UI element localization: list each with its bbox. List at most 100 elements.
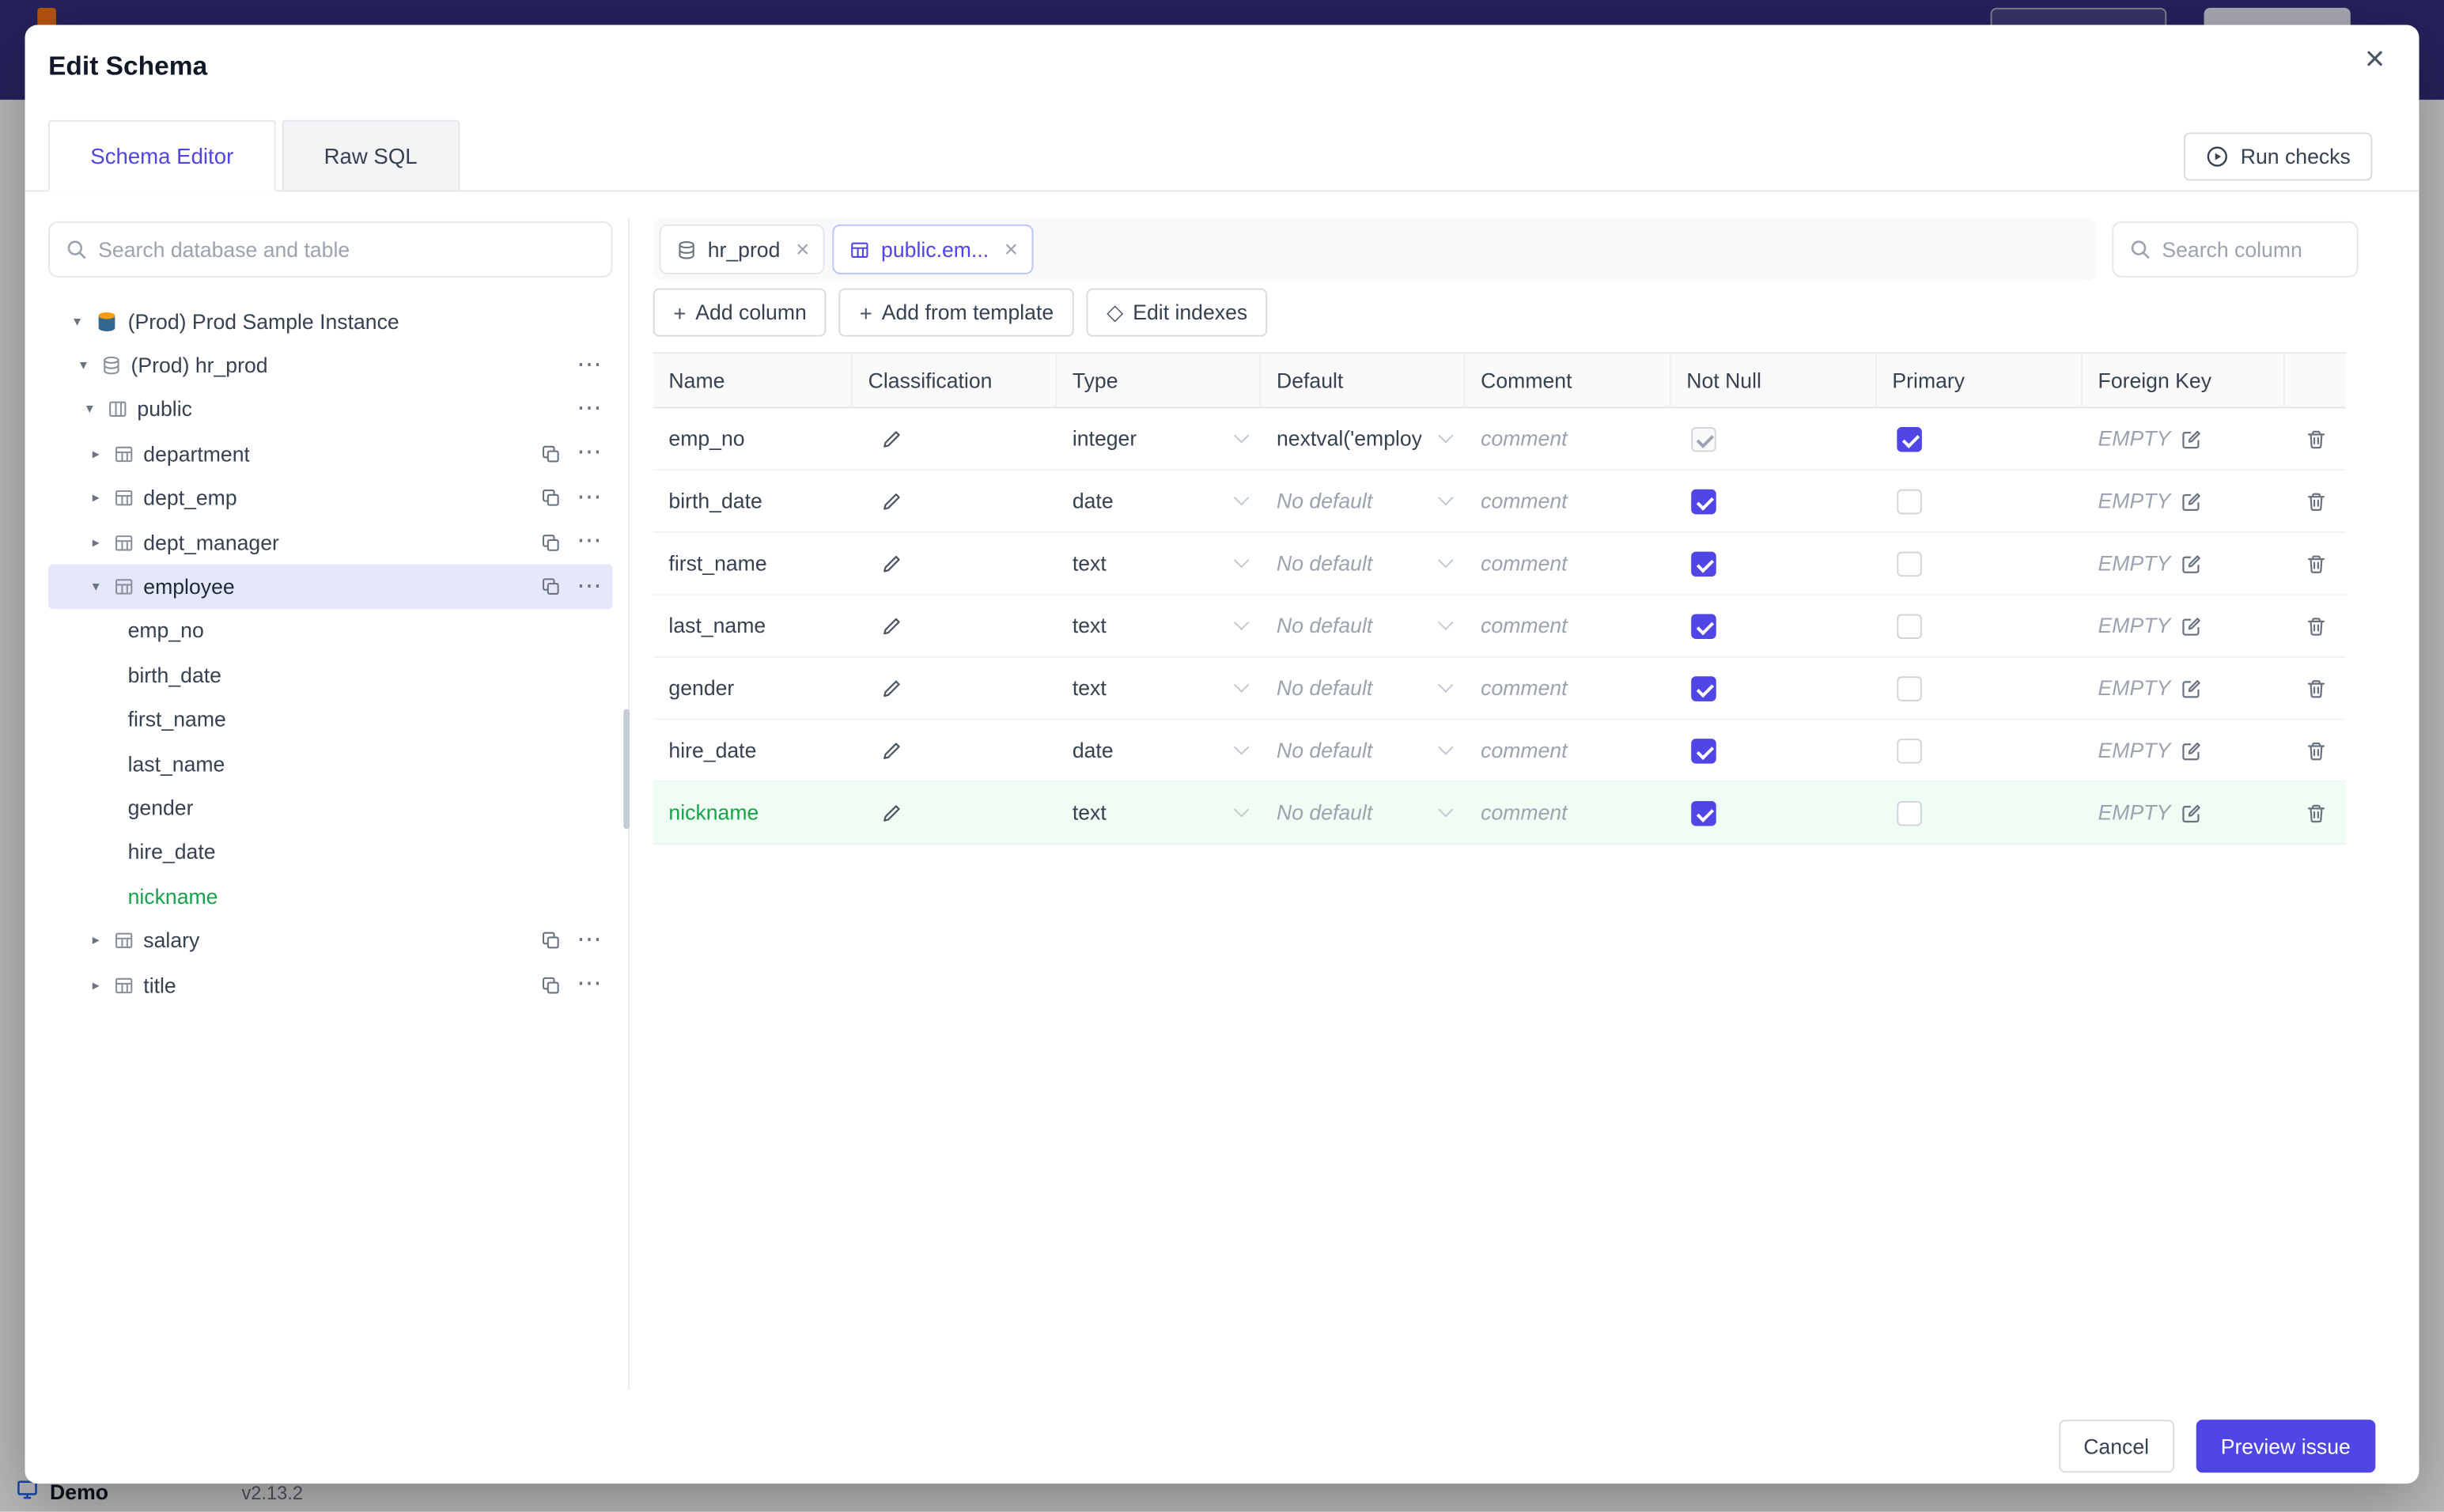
more-menu-icon[interactable]: ⋯ xyxy=(577,440,602,467)
not-null-checkbox[interactable] xyxy=(1691,425,1716,452)
caret-down-icon[interactable]: ▾ xyxy=(69,312,86,330)
primary-checkbox[interactable] xyxy=(1897,488,1922,514)
caret-right-icon[interactable]: ▸ xyxy=(87,445,104,463)
more-menu-icon[interactable]: ⋯ xyxy=(577,928,602,954)
tab-schema-editor[interactable]: Schema Editor xyxy=(48,119,276,192)
delete-column-button[interactable] xyxy=(2305,739,2327,762)
primary-checkbox[interactable] xyxy=(1897,738,1922,763)
comment-input[interactable] xyxy=(1481,800,1671,825)
default-select[interactable]: No default xyxy=(1261,471,1465,531)
run-checks-button[interactable]: Run checks xyxy=(2184,132,2373,181)
type-select[interactable]: text xyxy=(1057,782,1261,843)
tree-item-column[interactable]: emp_no xyxy=(48,609,612,653)
comment-input[interactable] xyxy=(1481,614,1671,638)
tree-item-table-employee[interactable]: ▾ employee ⋯ xyxy=(48,565,613,610)
edit-foreign-key-button[interactable] xyxy=(2180,428,2202,450)
default-select[interactable]: nextval('employ xyxy=(1261,408,1465,469)
not-null-checkbox[interactable] xyxy=(1691,675,1716,701)
add-column-button[interactable]: + Add column xyxy=(653,288,827,337)
edit-foreign-key-button[interactable] xyxy=(2180,739,2202,762)
tree-item-table[interactable]: ▸ title ⋯ xyxy=(48,963,612,1007)
type-select[interactable]: integer xyxy=(1057,408,1261,469)
tab-raw-sql[interactable]: Raw SQL xyxy=(282,119,460,192)
more-menu-icon[interactable]: ⋯ xyxy=(577,573,602,599)
caret-right-icon[interactable]: ▸ xyxy=(87,490,104,507)
tree-item-column[interactable]: birth_date xyxy=(48,653,612,697)
edit-classification-button[interactable] xyxy=(880,490,902,512)
caret-down-icon[interactable]: ▾ xyxy=(81,401,98,418)
comment-input[interactable] xyxy=(1481,426,1671,451)
edit-foreign-key-button[interactable] xyxy=(2180,553,2202,575)
comment-input[interactable] xyxy=(1481,551,1671,576)
database-search-input[interactable] xyxy=(98,237,596,262)
tree-item-database[interactable]: ▾ (Prod) hr_prod ⋯ xyxy=(48,343,612,387)
comment-input[interactable] xyxy=(1481,676,1671,700)
default-select[interactable]: No default xyxy=(1261,533,1465,594)
copy-icon[interactable] xyxy=(541,975,562,996)
column-search-input[interactable] xyxy=(2162,237,2341,262)
more-menu-icon[interactable]: ⋯ xyxy=(577,485,602,511)
tree-item-column[interactable]: gender xyxy=(48,786,612,830)
copy-icon[interactable] xyxy=(541,488,562,508)
edit-classification-button[interactable] xyxy=(880,614,902,637)
type-select[interactable]: date xyxy=(1057,471,1261,531)
column-name-cell[interactable]: birth_date xyxy=(653,471,853,531)
comment-input[interactable] xyxy=(1481,739,1671,762)
tree-item-schema[interactable]: ▾ public ⋯ xyxy=(48,387,612,432)
edit-foreign-key-button[interactable] xyxy=(2180,677,2202,699)
primary-checkbox[interactable] xyxy=(1897,675,1922,701)
copy-icon[interactable] xyxy=(541,576,562,597)
tree-item-table[interactable]: ▸ salary ⋯ xyxy=(48,919,612,963)
default-select[interactable]: No default xyxy=(1261,595,1465,656)
primary-checkbox[interactable] xyxy=(1897,550,1922,576)
tree-item-column[interactable]: first_name xyxy=(48,697,612,742)
copy-icon[interactable] xyxy=(541,444,562,464)
edit-foreign-key-button[interactable] xyxy=(2180,614,2202,637)
column-name-cell[interactable]: gender xyxy=(653,658,853,719)
preview-issue-button[interactable]: Preview issue xyxy=(2196,1419,2376,1473)
column-name-cell[interactable]: nickname xyxy=(653,782,853,843)
not-null-checkbox[interactable] xyxy=(1691,488,1716,514)
type-select[interactable]: text xyxy=(1057,658,1261,719)
more-menu-icon[interactable]: ⋯ xyxy=(577,353,602,379)
edit-classification-button[interactable] xyxy=(880,553,902,575)
tree-item-table[interactable]: ▸ dept_manager ⋯ xyxy=(48,520,612,565)
edit-classification-button[interactable] xyxy=(880,428,902,450)
delete-column-button[interactable] xyxy=(2305,490,2327,512)
tree-item-instance[interactable]: ▾ (Prod) Prod Sample Instance xyxy=(48,299,612,343)
edit-classification-button[interactable] xyxy=(880,739,902,762)
delete-column-button[interactable] xyxy=(2305,677,2327,699)
delete-column-button[interactable] xyxy=(2305,614,2327,637)
primary-checkbox[interactable] xyxy=(1897,799,1922,826)
type-select[interactable]: text xyxy=(1057,595,1261,656)
copy-icon[interactable] xyxy=(541,931,562,951)
close-icon[interactable]: × xyxy=(796,238,809,262)
edit-classification-button[interactable] xyxy=(880,802,902,824)
not-null-checkbox[interactable] xyxy=(1691,613,1716,639)
default-select[interactable]: No default xyxy=(1261,658,1465,719)
caret-right-icon[interactable]: ▸ xyxy=(87,534,104,551)
copy-icon[interactable] xyxy=(541,532,562,553)
cancel-button[interactable]: Cancel xyxy=(2058,1419,2174,1473)
delete-column-button[interactable] xyxy=(2305,428,2327,450)
column-name-cell[interactable]: emp_no xyxy=(653,408,853,469)
tree-item-table[interactable]: ▸ department ⋯ xyxy=(48,432,612,476)
tree-item-column-new[interactable]: nickname xyxy=(48,875,612,919)
tree-scrollbar-thumb[interactable] xyxy=(623,709,630,830)
not-null-checkbox[interactable] xyxy=(1691,799,1716,826)
primary-checkbox[interactable] xyxy=(1897,613,1922,639)
chip-table[interactable]: public.em... × xyxy=(832,224,1034,274)
column-name-cell[interactable]: last_name xyxy=(653,595,853,656)
edit-indexes-button[interactable]: ◇ Edit indexes xyxy=(1086,288,1268,337)
comment-input[interactable] xyxy=(1481,489,1671,513)
close-icon[interactable]: × xyxy=(2365,41,2385,76)
add-from-template-button[interactable]: + Add from template xyxy=(839,288,1074,337)
primary-checkbox[interactable] xyxy=(1897,425,1922,452)
chip-database[interactable]: hr_prod × xyxy=(659,224,826,274)
close-icon[interactable]: × xyxy=(1004,238,1018,262)
tree-item-column[interactable]: last_name xyxy=(48,742,612,786)
column-name-cell[interactable]: first_name xyxy=(653,533,853,594)
default-select[interactable]: No default xyxy=(1261,782,1465,843)
tree-item-table[interactable]: ▸ dept_emp ⋯ xyxy=(48,476,612,520)
not-null-checkbox[interactable] xyxy=(1691,738,1716,763)
